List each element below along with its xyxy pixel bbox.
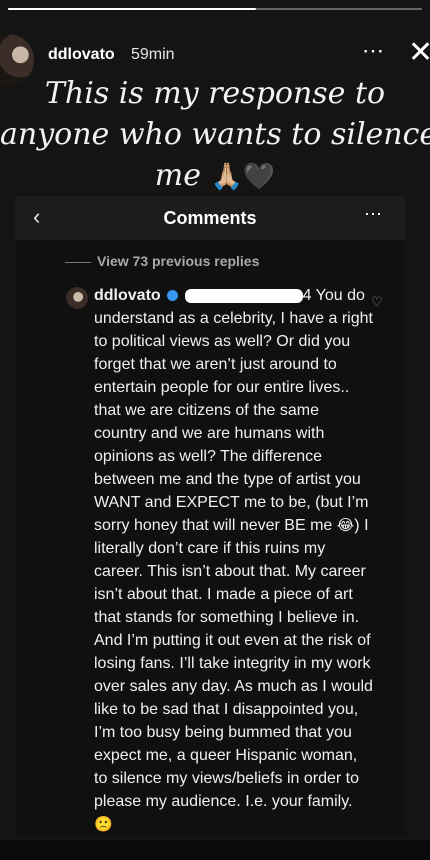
- caption-word: me: [154, 158, 201, 193]
- close-icon[interactable]: ✕: [408, 38, 430, 68]
- story-progress-fill: [8, 8, 257, 10]
- comments-screenshot: ‹ Comments ⋯ View 73 previous replies dd…: [15, 196, 405, 836]
- story-caption-line-3: me 🙏🏼🖤: [0, 158, 430, 193]
- view-previous-label: View 73 previous replies: [97, 253, 260, 269]
- comments-title: Comments: [163, 208, 257, 228]
- comments-more-icon[interactable]: ⋯: [364, 204, 383, 225]
- laughing-emoji: 😂: [336, 516, 355, 534]
- view-previous-replies[interactable]: View 73 previous replies: [65, 253, 259, 269]
- comment-text-part-2: ) I literally don’t care if this ruins m…: [94, 517, 373, 810]
- story-caption-line-1: This is my response to: [44, 76, 386, 111]
- more-options-icon[interactable]: ⋯: [362, 38, 385, 64]
- redacted-mention: [184, 288, 303, 303]
- story-caption-line-2: anyone who wants to silence: [0, 117, 430, 152]
- story-timestamp: 59min: [131, 46, 175, 63]
- comment-username[interactable]: ddlovato: [94, 287, 161, 304]
- caption-emoji: 🙏🏼🖤: [210, 162, 276, 192]
- comment-body: ddlovato 4 You do understand as a celebr…: [94, 284, 373, 836]
- story-username[interactable]: ddlovato: [48, 46, 115, 64]
- story-bottom-bar: [0, 840, 430, 860]
- verified-badge-icon: [167, 290, 179, 302]
- story-header: ddlovato 59min ⋯ ✕: [0, 22, 430, 86]
- heart-icon[interactable]: ♡: [371, 294, 383, 310]
- comment-text-part-1: You do understand as a celebrity, I have…: [94, 287, 373, 534]
- comment-avatar[interactable]: [66, 287, 88, 309]
- reply-divider: [65, 261, 91, 263]
- story-progress-bar: [8, 8, 422, 10]
- frown-emoji: 🙁: [94, 815, 113, 833]
- comments-header: ‹ Comments ⋯: [15, 196, 405, 240]
- mention-suffix: 4: [302, 287, 312, 304]
